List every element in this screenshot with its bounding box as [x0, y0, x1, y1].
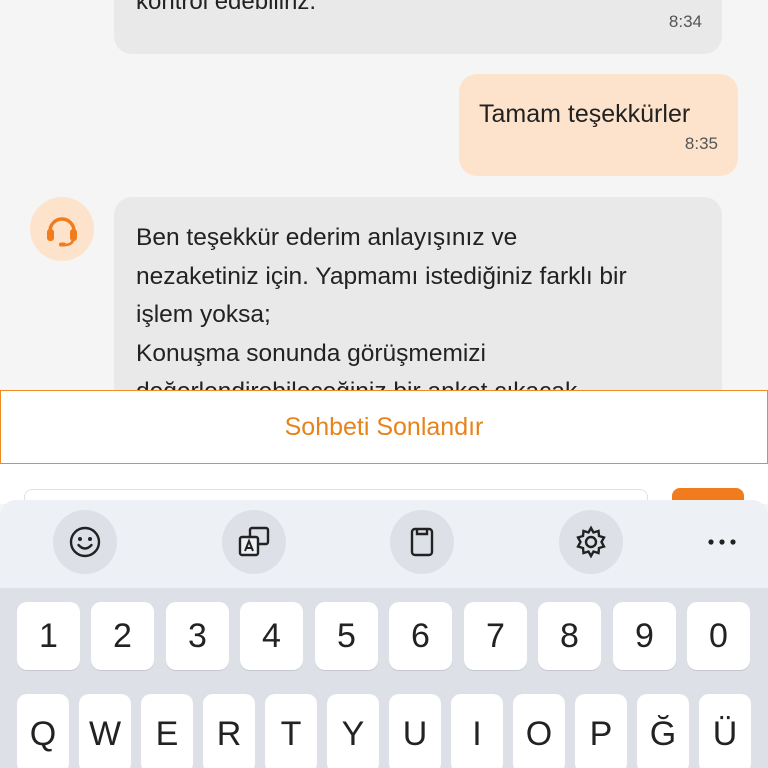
- translate-button[interactable]: [222, 510, 286, 574]
- key-9[interactable]: 9: [613, 602, 676, 670]
- key-q[interactable]: Q: [17, 694, 69, 768]
- user-message-text: Tamam teşekkürler: [479, 100, 691, 128]
- key-t[interactable]: T: [265, 694, 317, 768]
- translate-icon: [238, 526, 270, 557]
- message-time: 8:35: [684, 134, 718, 153]
- chat-area: kontrol edebiliriz. 8:34 Tamam teşekkürl…: [0, 0, 768, 390]
- keyboard: 1 2 3 4 5 6 7 8 9 0 Q W E R T Y U I O P …: [0, 588, 768, 768]
- key-0[interactable]: 0: [687, 602, 750, 670]
- settings-button[interactable]: [559, 510, 623, 574]
- end-chat-button[interactable]: Sohbeti Sonlandır: [0, 390, 768, 464]
- key-r[interactable]: R: [203, 694, 255, 768]
- keyboard-toolbar: [0, 500, 768, 588]
- key-g-breve[interactable]: Ğ: [637, 694, 689, 768]
- key-p[interactable]: P: [575, 694, 627, 768]
- agent-avatar: [30, 197, 94, 261]
- agent-message-bubble: Ben teşekkür ederim anlayışınız ve nezak…: [114, 197, 722, 390]
- more-icon: [708, 539, 736, 545]
- agent-message-bubble: kontrol edebiliriz. 8:34: [114, 0, 722, 54]
- emoji-icon: [69, 526, 101, 558]
- key-u[interactable]: U: [389, 694, 441, 768]
- key-5[interactable]: 5: [315, 602, 378, 670]
- agent-message-text: kontrol edebiliriz.: [136, 0, 317, 15]
- settings-icon: [576, 525, 606, 559]
- key-8[interactable]: 8: [538, 602, 601, 670]
- user-message-bubble: Tamam teşekkürler 8:35: [459, 74, 738, 176]
- clipboard-icon: [410, 527, 434, 557]
- key-4[interactable]: 4: [240, 602, 303, 670]
- key-u-umlaut[interactable]: Ü: [699, 694, 751, 768]
- emoji-button[interactable]: [53, 510, 117, 574]
- key-w[interactable]: W: [79, 694, 131, 768]
- key-i[interactable]: I: [451, 694, 503, 768]
- key-y[interactable]: Y: [327, 694, 379, 768]
- more-button[interactable]: [690, 510, 754, 574]
- message-time: 8:34: [668, 12, 702, 31]
- composer: [0, 464, 768, 519]
- key-7[interactable]: 7: [464, 602, 527, 670]
- key-o[interactable]: O: [513, 694, 565, 768]
- key-6[interactable]: 6: [389, 602, 452, 670]
- agent-message-text: Ben teşekkür ederim anlayışınız ve nezak…: [136, 224, 627, 390]
- key-2[interactable]: 2: [91, 602, 154, 670]
- clipboard-button[interactable]: [390, 510, 454, 574]
- key-e[interactable]: E: [141, 694, 193, 768]
- key-3[interactable]: 3: [166, 602, 229, 670]
- end-chat-label: Sohbeti Sonlandır: [284, 412, 484, 441]
- headset-icon: [47, 217, 77, 247]
- key-1[interactable]: 1: [17, 602, 80, 670]
